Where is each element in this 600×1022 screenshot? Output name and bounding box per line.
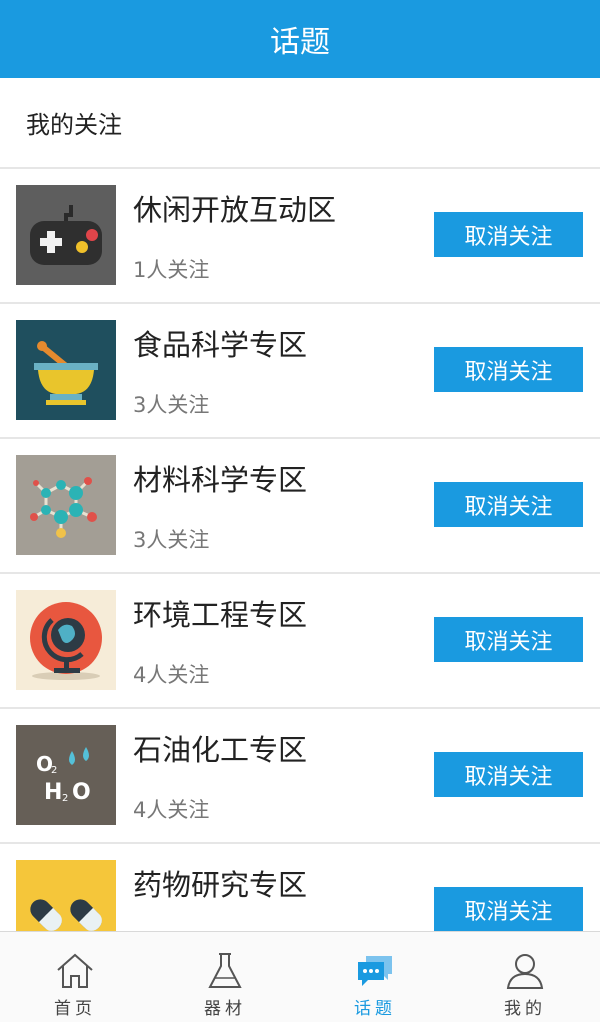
- molecule-icon: [16, 455, 116, 555]
- pills-icon: [16, 860, 116, 931]
- app-header: 话题: [0, 0, 600, 78]
- tab-label: 器材: [204, 999, 246, 1019]
- topic-name: 食品科学专区: [133, 328, 308, 362]
- topic-name: 环境工程专区: [133, 598, 308, 632]
- globe-icon: [16, 590, 116, 690]
- unfollow-button[interactable]: 取消关注: [434, 347, 583, 392]
- follower-count: 3人关注: [133, 393, 210, 417]
- topic-row[interactable]: 食品科学专区 3人关注 取消关注: [0, 304, 600, 439]
- chat-bubbles-icon: [358, 956, 392, 986]
- svg-text:O: O: [72, 780, 91, 805]
- h2o-formula-icon: O 2 H 2 O: [16, 725, 116, 825]
- follower-count: 4人关注: [133, 798, 210, 822]
- section-title: 我的关注: [0, 78, 600, 169]
- tab-label: 我的: [504, 999, 546, 1019]
- unfollow-button[interactable]: 取消关注: [434, 617, 583, 662]
- topic-name: 材料科学专区: [133, 463, 308, 497]
- unfollow-button[interactable]: 取消关注: [434, 752, 583, 797]
- topic-row[interactable]: O 2 H 2 O 石油化工专区 4人关注 取消关注: [0, 709, 600, 844]
- topic-row[interactable]: 环境工程专区 4人关注 取消关注: [0, 574, 600, 709]
- section-title-label: 我的关注: [26, 111, 122, 139]
- tab-topics[interactable]: 话题: [300, 932, 450, 1022]
- tab-mine[interactable]: 我的: [450, 932, 600, 1022]
- page-title: 话题: [270, 25, 330, 60]
- svg-text:2: 2: [51, 765, 57, 776]
- follower-count: 4人关注: [133, 663, 210, 687]
- gamepad-icon: [16, 185, 116, 285]
- flask-icon: [208, 953, 242, 988]
- svg-text:2: 2: [62, 793, 68, 804]
- topic-row[interactable]: 材料科学专区 3人关注 取消关注: [0, 439, 600, 574]
- svg-text:H: H: [44, 780, 62, 805]
- topic-row[interactable]: 休闲开放互动区 1人关注 取消关注: [0, 169, 600, 304]
- unfollow-button[interactable]: 取消关注: [434, 887, 583, 931]
- tab-equipment[interactable]: 器材: [150, 932, 300, 1022]
- topic-name: 石油化工专区: [133, 733, 308, 767]
- tab-label: 首页: [54, 999, 96, 1019]
- topic-name: 休闲开放互动区: [133, 193, 337, 227]
- follower-count: 3人关注: [133, 528, 210, 552]
- mortar-pestle-icon: [16, 320, 116, 420]
- bottom-tab-bar: 首页 器材 话题 我的: [0, 931, 600, 1022]
- topic-name: 药物研究专区: [133, 868, 308, 902]
- tab-home[interactable]: 首页: [0, 932, 150, 1022]
- unfollow-button[interactable]: 取消关注: [434, 212, 583, 257]
- tab-label: 话题: [354, 999, 396, 1019]
- topic-row[interactable]: 药物研究专区 取消关注: [0, 844, 600, 931]
- home-icon: [57, 953, 93, 988]
- unfollow-button[interactable]: 取消关注: [434, 482, 583, 527]
- topic-list: 休闲开放互动区 1人关注 取消关注 食品科学专区 3人关注 取消关注 材料科学专…: [0, 169, 600, 931]
- follower-count: 1人关注: [133, 258, 210, 282]
- user-icon: [506, 954, 544, 989]
